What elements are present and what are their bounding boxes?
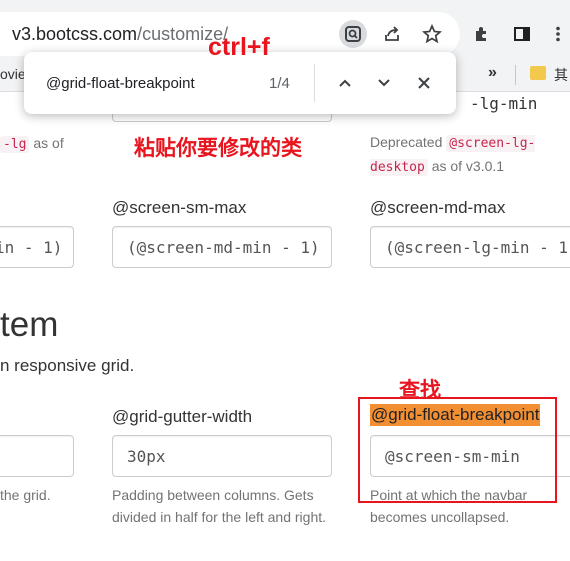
section-title: tem: [0, 305, 59, 344]
address-bar-url[interactable]: v3.bootcss.com/customize/: [12, 24, 228, 45]
bookmark-folder-label[interactable]: 其: [554, 65, 568, 85]
col1-grid-input[interactable]: [0, 435, 74, 477]
grid-gutter-width-input[interactable]: 30px: [112, 435, 332, 477]
col1-grid-help: the grid.: [0, 487, 51, 503]
sidepanel-icon[interactable]: [508, 20, 536, 48]
extensions-icon[interactable]: [468, 20, 496, 48]
chevron-up-icon[interactable]: [332, 70, 358, 96]
find-match-count: 1/4: [269, 75, 290, 92]
screen-sm-max-label: @screen-sm-max: [112, 198, 247, 217]
annotation-paste: 粘贴你要修改的类: [134, 137, 302, 160]
col3-top-help: Deprecated @screen-lg-desktop as of v3.0…: [370, 134, 536, 176]
annotation-highlight-box: [358, 397, 557, 503]
section-lead: n responsive grid.: [0, 356, 135, 375]
share-icon[interactable]: [378, 20, 406, 48]
close-icon[interactable]: [411, 70, 437, 96]
annotation-shortcut: ctrl+f: [208, 33, 270, 61]
search-page-icon[interactable]: [339, 20, 367, 48]
col3-top-label: -lg-min: [470, 94, 538, 113]
grid-gutter-width-help: Padding between columns. Gets divided in…: [112, 487, 327, 525]
col1-screen-input[interactable]: in - 1): [0, 226, 74, 268]
screen-md-max-input[interactable]: (@screen-lg-min - 1): [370, 226, 570, 268]
bookmark-item-partial[interactable]: ovie: [0, 66, 26, 82]
find-input[interactable]: @grid-float-breakpoint: [46, 75, 195, 92]
screen-sm-max-input[interactable]: (@screen-md-min - 1): [112, 226, 332, 268]
bookmarks-overflow-button[interactable]: »: [488, 64, 497, 82]
chevron-down-icon[interactable]: [371, 70, 397, 96]
col1-top-help: -lg as of: [0, 132, 64, 156]
bookmark-star-icon[interactable]: [418, 20, 446, 48]
menu-icon[interactable]: [544, 20, 570, 48]
bookmarks-divider: [515, 65, 516, 85]
folder-icon[interactable]: [530, 66, 546, 80]
find-divider: [314, 64, 315, 102]
screen-md-max-label: @screen-md-max: [370, 198, 506, 217]
annotation-search: 查找: [399, 379, 441, 402]
grid-gutter-width-label: @grid-gutter-width: [112, 407, 253, 426]
